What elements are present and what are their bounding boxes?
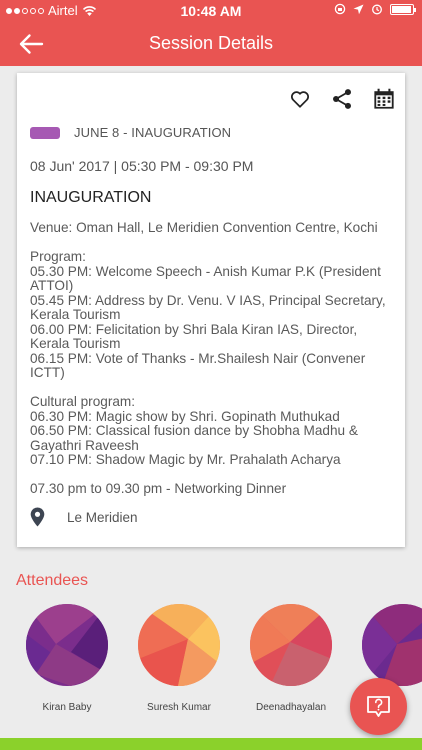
track-color-chip xyxy=(30,126,60,139)
description-line: ATTOI) xyxy=(30,278,74,293)
location-row[interactable]: Le Meridien xyxy=(30,507,138,527)
avatar xyxy=(138,604,220,686)
location-label: Le Meridien xyxy=(67,509,138,525)
map-pin-icon xyxy=(30,507,45,527)
status-bar: Airtel 10:48 AM xyxy=(0,0,422,22)
description-line: ICTT) xyxy=(30,365,65,380)
track-row: JUNE 8 - INAUGURATION xyxy=(30,125,231,140)
description-line: Program: xyxy=(30,249,86,264)
description-line: 06.30 PM: Magic show by Shri. Gopinath M… xyxy=(30,408,340,424)
attendee-name: Deenadhayalan xyxy=(255,702,327,713)
session-title: INAUGURATION xyxy=(30,189,152,206)
page-title: Session Details xyxy=(148,33,274,53)
heart-icon[interactable] xyxy=(289,88,311,110)
description-line xyxy=(30,236,395,251)
session-card: JUNE 8 - INAUGURATION 08 Jun' 2017 | 05:… xyxy=(17,73,405,547)
attendee-name: Suresh Kumar xyxy=(147,702,211,713)
session-time: 08 Jun' 2017 | 05:30 PM - 09:30 PM xyxy=(30,158,254,174)
description-line: Kerala Tourism xyxy=(30,307,121,322)
description-line: Venue: Oman Hall, Le Meridien Convention… xyxy=(30,220,378,235)
description-line: 05.45 PM: Address by Dr. Venu. V IAS, Pr… xyxy=(30,292,386,308)
question-bubble-icon xyxy=(367,696,390,717)
description-line: 05.30 PM: Welcome Speech - Anish Kumar P… xyxy=(30,263,381,279)
description-line: 07.30 pm to 09.30 pm - Networking Dinner xyxy=(30,481,287,496)
description-line xyxy=(30,381,395,396)
calendar-icon[interactable] xyxy=(373,88,395,110)
description-line: Kerala Tourism xyxy=(30,336,121,351)
attendee-item[interactable]: Deenadhayalan xyxy=(236,604,346,713)
description-line: 06.15 PM: Vote of Thanks - Mr.Shailesh N… xyxy=(30,350,366,366)
description-line xyxy=(30,468,395,483)
description-line: 07.10 PM: Shadow Magic by Mr. Prahalath … xyxy=(30,452,341,467)
track-label: JUNE 8 - INAUGURATION xyxy=(74,125,232,140)
alarm-icon xyxy=(372,4,382,15)
status-icons xyxy=(334,3,416,15)
attendee-item[interactable]: Kiran Baby xyxy=(12,604,122,713)
nav-bar: Session Details xyxy=(0,22,422,66)
description-line: 06.00 PM: Felicitation by Shri Bala Kira… xyxy=(30,321,358,337)
avatar xyxy=(26,604,108,686)
bottom-bar xyxy=(0,738,422,750)
description-line: Gayathri Raveesh xyxy=(30,437,139,453)
attendees-title: Attendees xyxy=(16,572,89,589)
attendee-item[interactable]: Suresh Kumar xyxy=(124,604,234,713)
attendee-name: Kiran Baby xyxy=(42,702,92,713)
description-line: Cultural program: xyxy=(30,394,136,409)
description-line: 06.50 PM: Classical fusion dance by Shob… xyxy=(30,423,358,438)
share-icon[interactable] xyxy=(331,88,353,110)
session-description: Venue: Oman Hall, Le Meridien Convention… xyxy=(30,220,395,497)
location-arrow-icon xyxy=(353,4,364,14)
avatar xyxy=(362,604,422,686)
rotation-lock-icon xyxy=(334,3,346,15)
help-button[interactable] xyxy=(350,678,407,735)
avatar xyxy=(250,604,332,686)
battery-icon xyxy=(390,3,416,15)
card-actions xyxy=(289,88,395,110)
